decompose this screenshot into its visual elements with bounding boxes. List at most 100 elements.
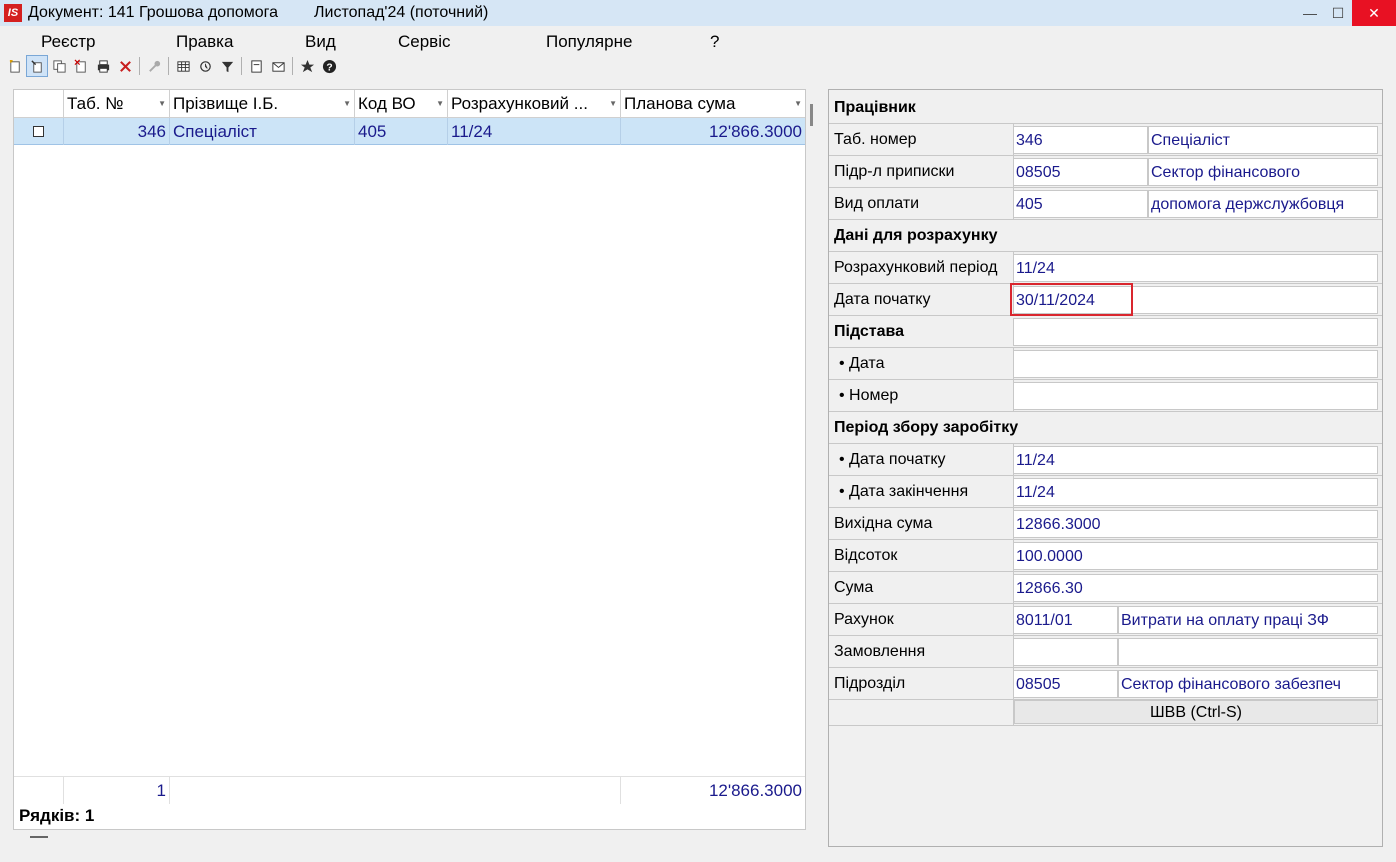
new-document-icon[interactable] xyxy=(4,55,26,77)
minimize-icon[interactable]: — xyxy=(1296,0,1324,26)
cell-code: 405 xyxy=(355,118,448,145)
worker-name-field[interactable]: Спеціаліст xyxy=(1148,126,1378,154)
department-code-field[interactable]: 08505 xyxy=(1013,158,1148,186)
menu-help[interactable]: ? xyxy=(710,32,719,52)
column-code-label: Код ВО xyxy=(358,94,416,113)
menu-popular[interactable]: Популярне xyxy=(546,32,632,52)
order-label: Замовлення xyxy=(829,636,1014,667)
payment-type-name-field[interactable]: допомога держслужбовця xyxy=(1148,190,1378,218)
account-name-field[interactable]: Витрати на оплату праці ЗФ xyxy=(1118,606,1378,634)
earn-end-field[interactable]: 11/24 xyxy=(1013,478,1378,506)
toolbar-divider xyxy=(292,57,293,75)
percent-field[interactable]: 100.0000 xyxy=(1013,542,1378,570)
panel-splitter[interactable] xyxy=(810,104,813,126)
resize-grip-icon[interactable] xyxy=(30,836,48,838)
cell-name: Спеціаліст xyxy=(170,118,355,145)
delete-document-icon[interactable] xyxy=(70,55,92,77)
row-checkbox-cell[interactable] xyxy=(14,118,64,145)
history-icon[interactable] xyxy=(194,55,216,77)
start-date-highlight xyxy=(1010,283,1133,316)
sort-arrow-icon[interactable]: ▼ xyxy=(794,90,802,118)
row-count-label: Рядків: 1 xyxy=(19,806,95,825)
section-worker: Працівник xyxy=(829,92,1382,124)
copy-document-icon[interactable] xyxy=(48,55,70,77)
toolbar: ? xyxy=(4,55,340,77)
calc-period-field[interactable]: 11/24 xyxy=(1013,254,1378,282)
print-icon[interactable] xyxy=(92,55,114,77)
filter-icon[interactable] xyxy=(216,55,238,77)
order-code-field[interactable] xyxy=(1013,638,1118,666)
section-basis: Підстава xyxy=(829,316,1382,348)
percent-label: Відсоток xyxy=(829,540,1014,571)
department-name-field[interactable]: Сектор фінансового xyxy=(1148,158,1378,186)
row-percent: Відсоток 100.0000 xyxy=(829,540,1382,572)
app-logo-icon: IS xyxy=(4,4,22,22)
sum-field[interactable]: 12866.30 xyxy=(1013,574,1378,602)
basis-number-field[interactable] xyxy=(1013,382,1378,410)
row-earn-end: • Дата закінчення 11/24 xyxy=(829,476,1382,508)
window-period: Листопад'24 (поточний) xyxy=(314,4,489,21)
column-sum-label: Планова сума xyxy=(624,94,736,113)
earn-start-field[interactable]: 11/24 xyxy=(1013,446,1378,474)
column-name-label: Прізвище І.Б. xyxy=(173,94,279,113)
svg-text:?: ? xyxy=(326,62,332,73)
calc-period-label: Розрахунковий період xyxy=(829,252,1014,283)
footer-spacer xyxy=(170,777,621,804)
payment-type-code-field[interactable]: 405 xyxy=(1013,190,1148,218)
basis-date-label: • Дата xyxy=(829,348,1014,379)
menu-registry[interactable]: Реєстр xyxy=(41,32,95,52)
account-code-field[interactable]: 8011/01 xyxy=(1013,606,1118,634)
sort-arrow-icon[interactable]: ▼ xyxy=(609,90,617,118)
section-basis-title: Підстава xyxy=(834,323,905,340)
menu-service[interactable]: Сервіс xyxy=(398,32,451,52)
row-sum: Сума 12866.30 xyxy=(829,572,1382,604)
form-icon[interactable] xyxy=(245,55,267,77)
window-title: Документ: 141 Грошова допомога xyxy=(28,4,279,21)
menu-edit[interactable]: Правка xyxy=(176,32,233,52)
column-name[interactable]: Прізвище І.Б. ▼ xyxy=(170,90,355,118)
sort-arrow-icon[interactable]: ▼ xyxy=(436,90,444,118)
sort-arrow-icon[interactable]: ▼ xyxy=(343,90,351,118)
table-row[interactable]: 346 Спеціаліст 405 11/24 12'866.3000 xyxy=(14,118,805,145)
tab-number-field[interactable]: 346 xyxy=(1013,126,1148,154)
maximize-icon[interactable]: ☐ xyxy=(1324,0,1352,26)
menu-view[interactable]: Вид xyxy=(305,32,336,52)
section-earnings-title: Період збору заробітку xyxy=(834,419,1019,436)
shvv-button[interactable]: ШВВ (Ctrl-S) xyxy=(1014,700,1378,724)
row-basis-date: • Дата xyxy=(829,348,1382,380)
delete-icon[interactable] xyxy=(114,55,136,77)
key-icon[interactable] xyxy=(143,55,165,77)
toolbar-divider xyxy=(241,57,242,75)
title-bar: IS Документ: 141 Грошова допомога Листоп… xyxy=(0,0,1396,26)
subdivision-code-field[interactable]: 08505 xyxy=(1013,670,1118,698)
department-label: Підр-л приписки xyxy=(829,156,1014,187)
edit-document-icon[interactable] xyxy=(26,55,48,77)
row-order: Замовлення xyxy=(829,636,1382,668)
toolbar-divider xyxy=(139,57,140,75)
start-date-label: Дата початку xyxy=(829,284,1014,315)
row-source-sum: Вихідна сума 12866.3000 xyxy=(829,508,1382,540)
basis-number-label: • Номер xyxy=(829,380,1014,411)
column-period[interactable]: Розрахунковий ... ▼ xyxy=(448,90,621,118)
cell-period: 11/24 xyxy=(448,118,621,145)
table-icon[interactable] xyxy=(172,55,194,77)
mail-icon[interactable] xyxy=(267,55,289,77)
subdivision-name-field[interactable]: Сектор фінансового забезпеч xyxy=(1118,670,1378,698)
records-grid: Таб. № ▼ Прізвище І.Б. ▼ Код ВО ▼ Розрахунк… xyxy=(13,89,806,830)
row-subdivision: Підрозділ 08505 Сектор фінансового забез… xyxy=(829,668,1382,700)
basis-field[interactable] xyxy=(1013,318,1378,346)
column-sum[interactable]: Планова сума ▼ xyxy=(621,90,805,118)
order-name-field[interactable] xyxy=(1118,638,1378,666)
column-tab-number[interactable]: Таб. № ▼ xyxy=(64,90,170,118)
column-select[interactable] xyxy=(14,90,64,118)
help-icon[interactable]: ? xyxy=(318,55,340,77)
close-icon[interactable]: ✕ xyxy=(1352,0,1396,26)
source-sum-field[interactable]: 12866.3000 xyxy=(1013,510,1378,538)
sort-arrow-icon[interactable]: ▼ xyxy=(158,90,166,118)
favorite-star-icon[interactable] xyxy=(296,55,318,77)
section-calc-title: Дані для розрахунку xyxy=(834,227,998,244)
earn-end-label: • Дата закінчення xyxy=(829,476,1014,507)
basis-date-field[interactable] xyxy=(1013,350,1378,378)
column-code[interactable]: Код ВО ▼ xyxy=(355,90,448,118)
row-checkbox[interactable] xyxy=(33,126,44,137)
